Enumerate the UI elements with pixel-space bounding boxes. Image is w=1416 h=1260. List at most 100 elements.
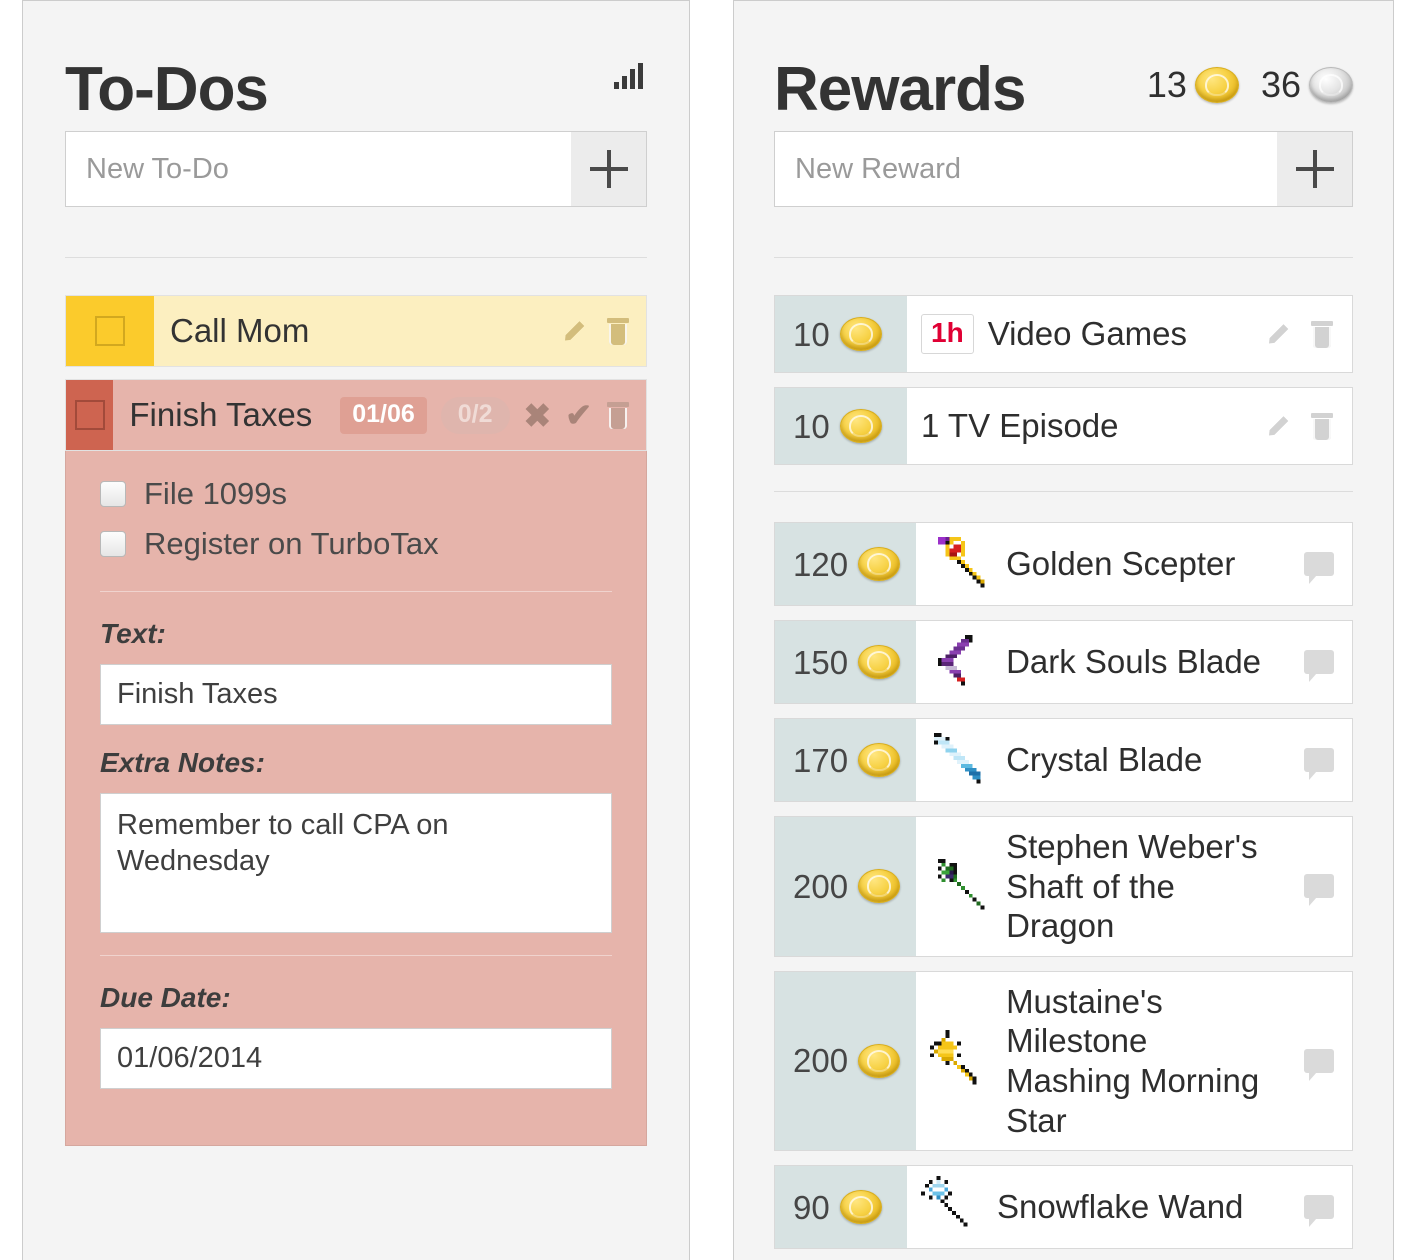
edit-icon[interactable] [1270,321,1296,347]
reward-main: Snowflake Wand [907,1166,1352,1249]
text-field-input[interactable] [100,664,612,725]
todo-row[interactable]: Call Mom [65,295,647,367]
todo-checkbox-cell[interactable] [66,380,114,450]
subtask-item[interactable]: File 1099s [100,469,612,519]
reward-main: 1 TV Episode [907,388,1352,464]
silver-balance: 36 [1261,67,1353,103]
reward-price-amount: 150 [793,643,849,681]
reward-main: Dark Souls Blade [916,621,1352,703]
reward-label: Golden Scepter [1006,545,1236,583]
reward-main: Golden Scepter [916,523,1352,605]
confirm-icon[interactable]: ✔ [565,399,592,431]
todo-checkbox[interactable] [74,400,105,430]
add-todo-button[interactable] [571,131,647,207]
reward-row[interactable]: 90 Snowflake Wand [774,1165,1353,1250]
dragon-shaft-sprite [930,855,992,917]
rewards-divider [774,257,1353,258]
reward-row[interactable]: 10 1 TV Episode [774,387,1353,465]
gold-amount: 13 [1146,64,1187,105]
new-todo-input[interactable] [65,131,571,207]
reward-row[interactable]: 120 Golden Scepter [774,522,1353,606]
subtask-item[interactable]: Register on TurboTax [100,519,612,569]
gold-coin-icon [858,1043,901,1078]
todo-item-call-mom: Call Mom [65,295,647,367]
reward-price: 10 [775,296,907,372]
todos-divider [65,257,647,258]
reward-label: Snowflake Wand [997,1188,1244,1226]
subtask-checkbox[interactable] [100,531,126,557]
reward-row[interactable]: 10 1h Video Games [774,295,1353,373]
due-date-badge: 01/06 [340,396,427,434]
cancel-icon[interactable]: ✖ [524,399,552,432]
detail-divider [100,955,612,956]
due-date-field-input[interactable] [100,1028,612,1089]
todo-list: Call Mom Finish Taxes 01/06 0/2 ✖ ✔ File… [65,295,647,1146]
reward-label: Video Games [987,315,1188,353]
item-reward-list: 120 Golden Scepter 150 Dark Souls Blade … [774,522,1353,1250]
dark-souls-blade-sprite [930,631,992,693]
reward-actions [1304,1195,1334,1228]
comment-icon[interactable] [1304,552,1334,584]
delete-icon[interactable] [1310,320,1334,348]
notes-field-group: Extra Notes: [100,747,612,933]
todo-checkbox-cell[interactable] [66,296,154,366]
reward-row[interactable]: 170 Crystal Blade [774,718,1353,802]
reward-actions [1304,874,1334,907]
new-reward-input[interactable] [774,131,1277,207]
reward-row[interactable]: 200 [774,970,1353,1152]
custom-reward-list: 10 1h Video Games 10 1 TV Episode [774,295,1353,465]
gold-coin-icon [839,317,882,351]
comment-icon[interactable] [1304,748,1334,780]
currency-display: 13 36 [1147,67,1353,103]
reward-price-amount: 200 [793,867,849,905]
text-field-label: Text: [100,618,166,649]
reward-price: 170 [775,719,917,801]
delete-icon[interactable] [606,401,630,429]
reward-label: Stephen Weber's Shaft of the Dragon [1006,828,1258,945]
gold-coin-icon [839,1190,882,1225]
crystal-blade-sprite [930,729,992,791]
todo-item-finish-taxes: Finish Taxes 01/06 0/2 ✖ ✔ File 1099s Re… [65,379,647,1146]
reward-price: 90 [775,1166,907,1249]
reward-actions [1304,650,1334,682]
gold-coin-icon [858,645,901,679]
add-reward-button[interactable] [1277,131,1353,207]
comment-icon[interactable] [1304,874,1334,907]
silver-coin-icon [1309,67,1353,103]
reward-row[interactable]: 200 [774,816,1353,957]
comment-icon[interactable] [1304,650,1334,682]
due-date-field-label: Due Date: [100,982,231,1013]
reward-price: 200 [775,971,917,1151]
reward-label: 1 TV Episode [921,407,1119,445]
reward-row[interactable]: 150 Dark Souls Blade [774,620,1353,704]
reward-price-amount: 200 [793,1042,849,1080]
todos-header: To-Dos [65,1,647,121]
morning-star-sprite [930,1029,992,1092]
todo-row[interactable]: Finish Taxes 01/06 0/2 ✖ ✔ [65,379,647,451]
todos-panel: To-Dos Call Mom [22,0,690,1260]
reward-price: 200 [775,817,917,956]
reward-price: 120 [775,523,917,605]
notes-field-input[interactable] [100,793,612,933]
reward-main: Stephen Weber's Shaft of the Dragon [916,817,1352,956]
edit-icon[interactable] [1270,413,1296,439]
todo-body: Call Mom [154,296,646,366]
reward-actions [1270,412,1334,440]
gold-balance: 13 [1147,67,1239,103]
comment-icon[interactable] [1304,1195,1334,1228]
delete-icon[interactable] [1310,412,1334,440]
comment-icon[interactable] [1304,1048,1334,1081]
gold-coin-icon [1194,67,1239,103]
plus-icon [1295,150,1334,188]
rewards-header: Rewards 13 36 [774,1,1353,121]
bar-chart-icon[interactable] [614,63,643,89]
subtask-checkbox[interactable] [100,481,126,507]
todo-checkbox[interactable] [95,316,125,346]
new-reward-entry-row [774,131,1353,207]
delete-icon[interactable] [606,317,630,345]
edit-icon[interactable] [566,318,592,344]
reward-price-amount: 10 [793,315,830,353]
gold-coin-icon [839,409,882,443]
detail-divider [100,591,612,592]
plus-icon [589,150,628,188]
